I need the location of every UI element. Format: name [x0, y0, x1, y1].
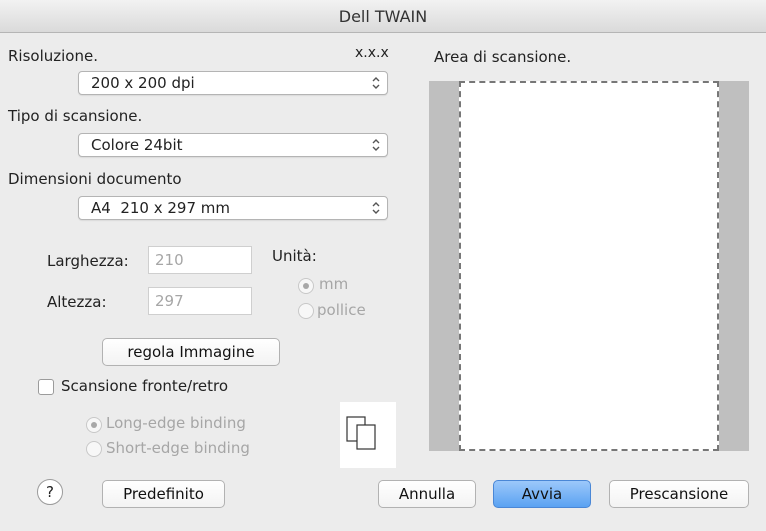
doc-size-value: A4 210 x 297 mm [91, 199, 231, 217]
prescan-button[interactable]: Prescansione [609, 480, 749, 508]
twain-dialog: Dell TWAIN Risoluzione. x.x.x 200 x 200 … [0, 0, 766, 531]
unit-label: Unità: [272, 247, 317, 265]
short-edge-radio[interactable] [86, 441, 102, 457]
width-label: Larghezza: [47, 252, 129, 270]
up-down-arrows-icon [372, 77, 380, 89]
unit-inch-label: pollice [317, 301, 366, 319]
scan-type-select[interactable]: Colore 24bit [78, 133, 388, 157]
duplex-label: Scansione fronte/retro [61, 377, 229, 395]
start-button[interactable]: Avvia [493, 480, 591, 508]
scan-area-label: Area di scansione. [434, 48, 572, 66]
unit-inch-radio[interactable] [298, 303, 314, 319]
short-edge-label: Short-edge binding [106, 439, 250, 457]
window-title: Dell TWAIN [0, 0, 766, 33]
adjust-image-button[interactable]: regola Immagine [102, 338, 280, 366]
duplex-checkbox[interactable] [38, 379, 54, 395]
resolution-select[interactable]: 200 x 200 dpi [78, 71, 388, 95]
duplex-pages-icon [340, 402, 396, 468]
scan-type-value: Colore 24bit [91, 136, 183, 154]
version-label: x.x.x [355, 45, 389, 61]
cancel-button[interactable]: Annulla [378, 480, 476, 508]
unit-mm-label: mm [319, 275, 349, 293]
up-down-arrows-icon [372, 202, 380, 214]
up-down-arrows-icon [372, 139, 380, 151]
defaults-button[interactable]: Predefinito [102, 480, 225, 508]
long-edge-radio[interactable] [86, 417, 102, 433]
resolution-value: 200 x 200 dpi [91, 74, 195, 92]
height-field[interactable]: 297 [148, 287, 252, 315]
height-label: Altezza: [47, 293, 107, 311]
scan-selection-frame[interactable] [459, 81, 719, 451]
doc-size-select[interactable]: A4 210 x 297 mm [78, 196, 388, 220]
long-edge-label: Long-edge binding [106, 414, 246, 432]
scan-type-label: Tipo di scansione. [8, 107, 143, 125]
scan-area-preview[interactable] [429, 81, 749, 451]
width-field[interactable]: 210 [148, 246, 252, 274]
doc-size-label: Dimensioni documento [8, 170, 182, 188]
help-icon[interactable]: ? [37, 479, 63, 505]
unit-mm-radio[interactable] [298, 278, 314, 294]
resolution-label: Risoluzione. [8, 47, 98, 65]
